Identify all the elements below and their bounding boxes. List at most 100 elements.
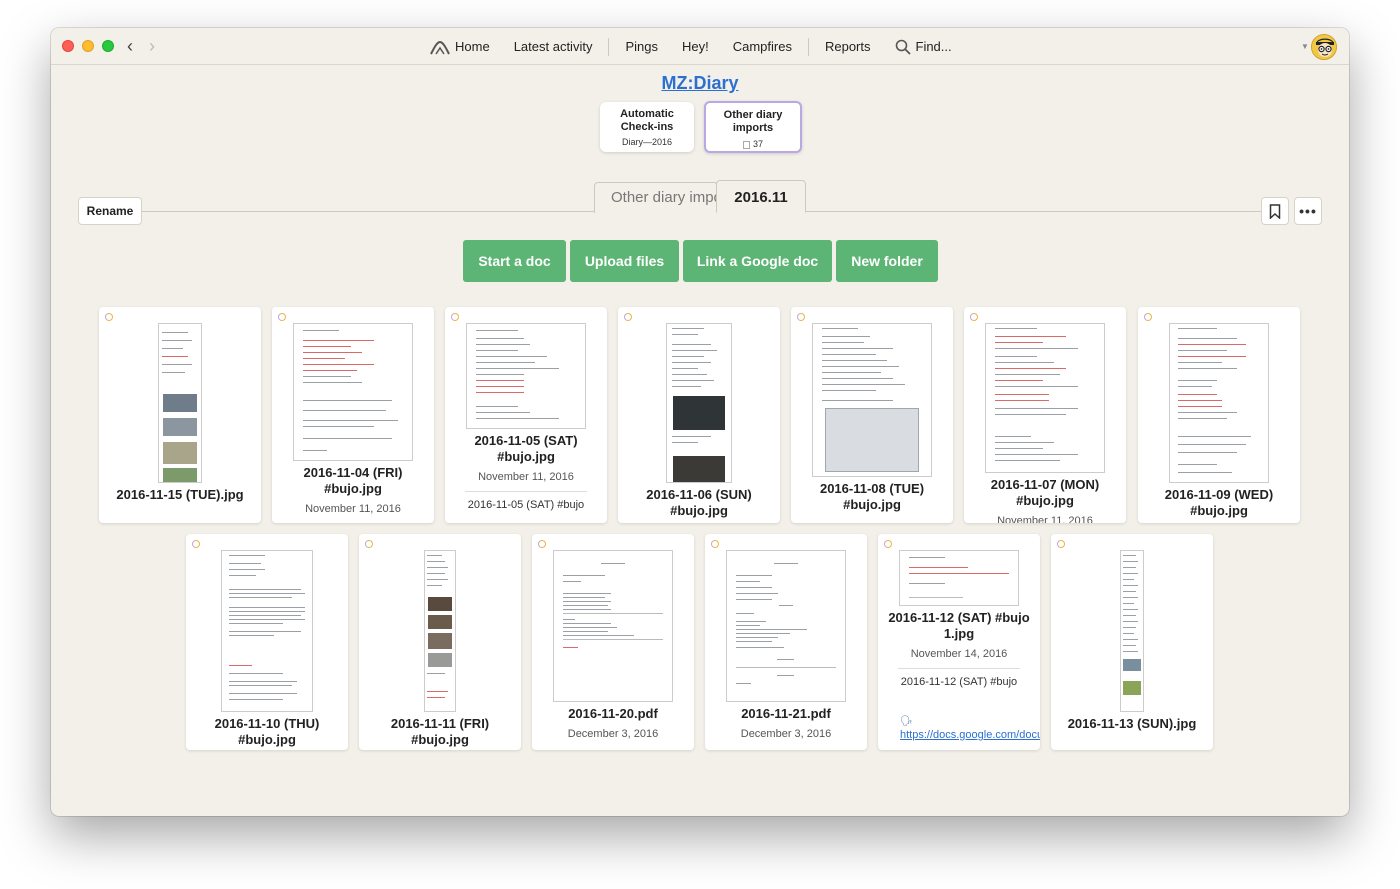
file-thumbnail [666,323,732,483]
tab-current-folder[interactable]: 2016.11 [716,180,806,213]
file-thumbnail [812,323,932,477]
file-title[interactable]: 2016-11-06 (SUN) #bujo.jpg [622,487,776,519]
top-navigation: Home Latest activity Pings Hey! Campfire… [418,28,964,65]
breadcrumb-automatic-checkins[interactable]: Automatic Check-ins Diary—2016 [600,102,694,152]
file-date: December 3, 2016 [740,728,832,740]
file-card[interactable]: 2016-11-08 (TUE) #bujo.jpg [791,307,953,523]
status-ring-icon [192,540,200,548]
status-ring-icon [365,540,373,548]
file-card[interactable]: 2016-11-15 (TUE).jpg [99,307,261,523]
divider [898,668,1020,669]
file-card[interactable]: 2016-11-11 (FRI) #bujo.jpg [359,534,521,750]
file-card[interactable]: 2016-11-05 (SAT) #bujo.jpg November 11, … [445,307,607,523]
nav-latest-activity[interactable]: Latest activity [502,39,605,54]
file-title[interactable]: 2016-11-13 (SUN).jpg [1055,716,1209,732]
file-card[interactable]: 2016-11-21.pdf December 3, 2016 [705,534,867,750]
file-card[interactable]: 2016-11-09 (WED) #bujo.jpg [1138,307,1300,523]
file-title[interactable]: 2016-11-05 (SAT) #bujo.jpg [449,433,603,465]
start-doc-button[interactable]: Start a doc [463,240,566,282]
file-title[interactable]: 2016-11-07 (MON) #bujo.jpg [968,477,1122,509]
file-note: 2016-11-05 (SAT) #bujo [467,499,585,511]
close-window-button[interactable] [62,40,74,52]
tab-other-diary-imports[interactable]: Other diary imports [594,182,718,213]
file-thumbnail [158,323,202,483]
file-card[interactable]: 2016-11-04 (FRI) #bujo.jpg November 11, … [272,307,434,523]
file-title[interactable]: 2016-11-09 (WED) #bujo.jpg [1142,487,1296,519]
file-thumbnail [424,550,456,712]
status-ring-icon [711,540,719,548]
breadcrumb-count-value: 37 [752,139,763,149]
file-title[interactable]: 2016-11-20.pdf [536,706,690,722]
google-doc-link[interactable]: https://docs.google.com/document/d/1rSbe… [900,728,1040,742]
file-thumbnail [1169,323,1269,483]
file-thumbnail [466,323,586,429]
zoom-window-button[interactable] [102,40,114,52]
file-card[interactable]: 2016-11-20.pdf December 3, 2016 [532,534,694,750]
file-card[interactable]: 2016-11-13 (SUN).jpg [1051,534,1213,750]
nav-home[interactable]: Home [418,39,502,55]
file-date: November 14, 2016 [910,648,1008,660]
app-window: ‹ › Home Latest activity Pings Hey! Camp… [51,28,1349,816]
status-ring-icon [624,313,632,321]
breadcrumb-card-title: Other diary imports [723,109,783,134]
nav-hey[interactable]: Hey! [670,39,721,54]
file-card[interactable]: 2016-11-06 (SUN) #bujo.jpg [618,307,780,523]
breadcrumb-card-count: 37 [706,138,800,151]
file-thumbnail [726,550,846,702]
title-bar: ‹ › Home Latest activity Pings Hey! Camp… [51,28,1349,65]
file-date: November 11, 2016 [305,503,401,515]
upload-files-button[interactable]: Upload files [570,240,679,282]
file-thumbnail [553,550,673,702]
status-ring-icon [451,313,459,321]
new-folder-button[interactable]: New folder [836,240,938,282]
file-thumbnail [899,550,1019,606]
status-ring-icon [1057,540,1065,548]
rename-button[interactable]: Rename [78,197,142,225]
status-ring-icon [278,313,286,321]
nav-pings[interactable]: Pings [613,39,670,54]
file-date: November 11, 2016 [997,515,1093,523]
file-title[interactable]: 2016-11-08 (TUE) #bujo.jpg [795,481,949,513]
nav-divider [807,37,809,56]
file-thumbnail [221,550,313,712]
file-card[interactable]: 2016-11-07 (MON) #bujo.jpg November 11, … [964,307,1126,523]
basecamp-home-icon [430,40,450,54]
document-icon [742,140,750,149]
file-thumbnail [293,323,413,461]
status-ring-icon [884,540,892,548]
file-card[interactable]: 2016-11-12 (SAT) #bujo 1.jpg November 14… [878,534,1040,750]
status-ring-icon [105,313,113,321]
file-date: December 3, 2016 [567,728,659,740]
link-google-doc-button[interactable]: Link a Google doc [683,240,832,282]
divider [465,491,587,492]
status-ring-icon [538,540,546,548]
avatar[interactable] [1311,34,1337,60]
more-options-button[interactable]: ••• [1294,197,1322,225]
minimize-window-button[interactable] [82,40,94,52]
nav-find[interactable]: Find... [883,39,964,55]
file-title[interactable]: 2016-11-10 (THU) #bujo.jpg [190,716,344,748]
nav-divider [608,37,610,56]
nav-home-label: Home [455,39,490,54]
status-ring-icon [1144,313,1152,321]
back-arrow-icon[interactable]: ‹ [127,36,133,56]
file-title[interactable]: 2016-11-12 (SAT) #bujo 1.jpg [882,610,1036,642]
file-title[interactable]: 2016-11-15 (TUE).jpg [103,487,257,503]
chevron-down-icon[interactable]: ▼ [1301,42,1309,51]
file-date: November 11, 2016 [478,471,574,483]
file-title[interactable]: 2016-11-11 (FRI) #bujo.jpg [363,716,517,748]
search-icon [895,39,911,55]
status-ring-icon [797,313,805,321]
project-title-link[interactable]: MZ:Diary [51,73,1349,94]
file-title[interactable]: 2016-11-04 (FRI) #bujo.jpg [276,465,430,497]
action-bar: Start a doc Upload files Link a Google d… [463,240,938,282]
breadcrumb-card-title: Automatic Check-ins [620,108,674,133]
nav-campfires[interactable]: Campfires [721,39,804,54]
breadcrumb-other-diary-imports[interactable]: Other diary imports 37 [704,101,802,153]
forward-arrow-icon[interactable]: › [149,36,155,56]
bookmark-button[interactable] [1261,197,1289,225]
file-card[interactable]: 2016-11-10 (THU) #bujo.jpg [186,534,348,750]
file-thumbnail [1120,550,1144,712]
nav-reports[interactable]: Reports [813,39,883,54]
file-title[interactable]: 2016-11-21.pdf [709,706,863,722]
